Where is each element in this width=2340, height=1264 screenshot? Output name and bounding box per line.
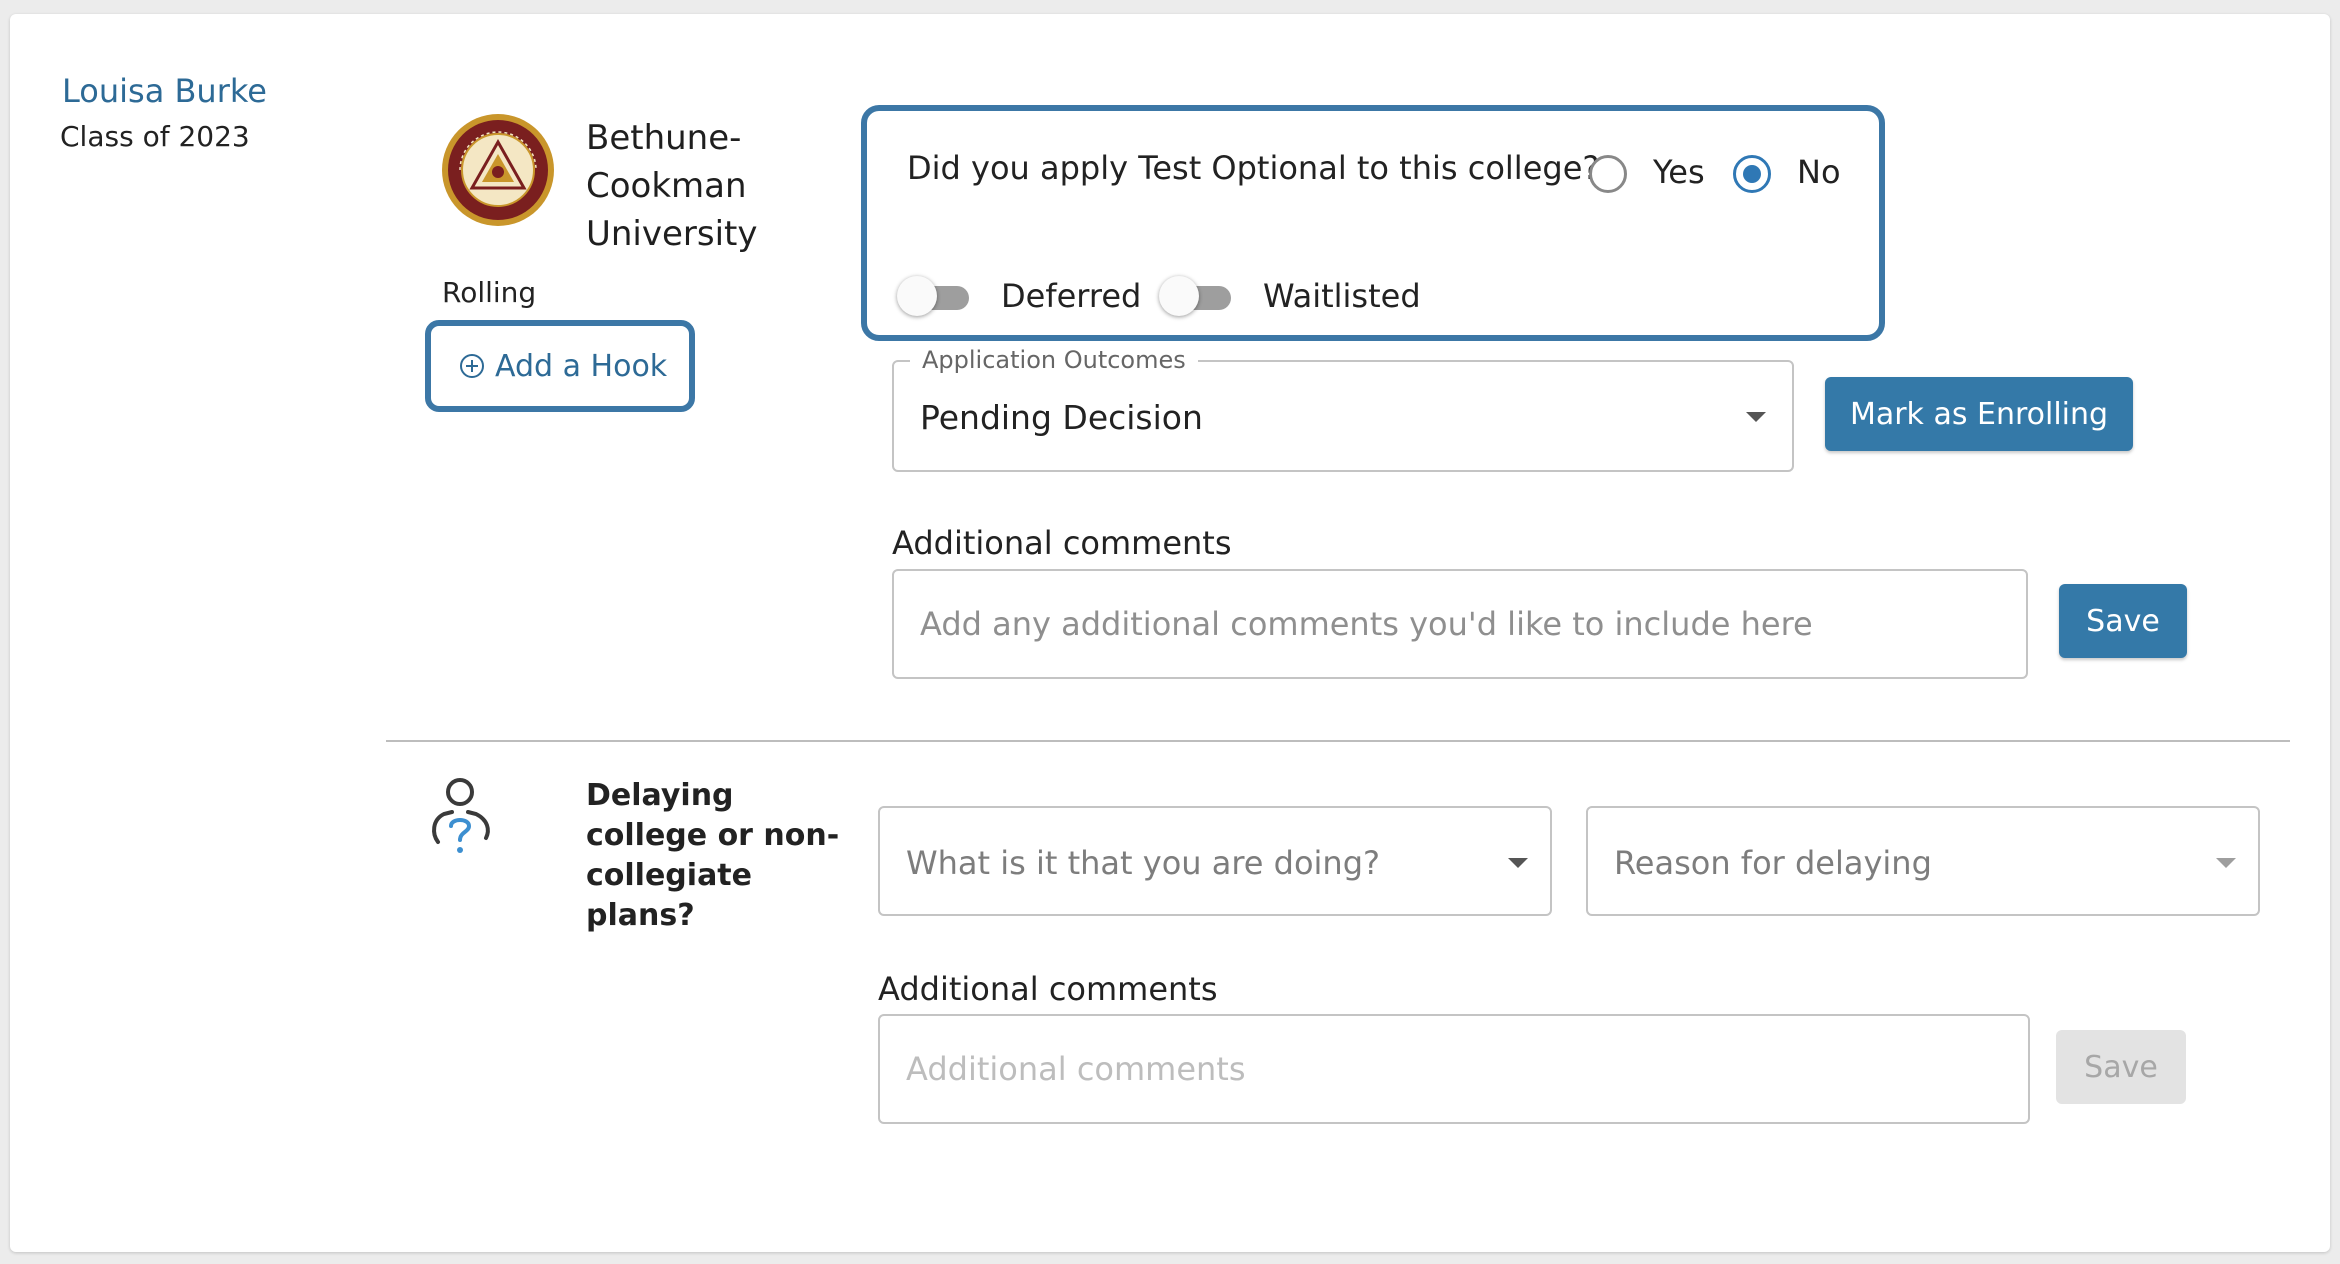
test-optional-no-label[interactable]: No: [1797, 153, 1841, 191]
delay-activity-select[interactable]: What is it that you are doing?: [878, 806, 1552, 916]
test-optional-yes-label[interactable]: Yes: [1653, 153, 1705, 191]
delay-comments-label: Additional comments: [878, 970, 1218, 1008]
deferred-toggle[interactable]: [897, 274, 971, 318]
add-hook-label: Add a Hook: [495, 348, 668, 384]
application-outcomes-value: Pending Decision: [920, 398, 1203, 437]
delay-reason-placeholder: Reason for delaying: [1614, 844, 1932, 882]
waitlisted-toggle[interactable]: [1159, 274, 1233, 318]
mark-as-enrolling-button[interactable]: Mark as Enrolling: [1825, 377, 2133, 451]
deferred-label: Deferred: [1001, 277, 1142, 315]
test-optional-no-radio[interactable]: [1733, 155, 1771, 193]
deadline-type: Rolling: [442, 276, 537, 309]
college-seal-icon: [442, 114, 554, 226]
test-optional-panel: Did you apply Test Optional to this coll…: [861, 105, 1885, 341]
college-card: Louisa Burke Class of 2023 Bethune-Cookm…: [10, 14, 2330, 1252]
waitlisted-label: Waitlisted: [1263, 277, 1421, 315]
delay-comments-save-button[interactable]: Save: [2056, 1030, 2186, 1104]
delay-comments-input[interactable]: Additional comments: [878, 1014, 2030, 1124]
section-divider: [386, 740, 2290, 742]
college-comments-save-button[interactable]: Save: [2059, 584, 2187, 658]
college-comments-input[interactable]: Add any additional comments you'd like t…: [892, 569, 2028, 679]
application-outcomes-select[interactable]: Application Outcomes Pending Decision: [892, 346, 1794, 472]
test-optional-yes-radio[interactable]: [1589, 155, 1627, 193]
college-comments-label: Additional comments: [892, 524, 1232, 562]
delay-reason-select[interactable]: Reason for delaying: [1586, 806, 2260, 916]
delay-activity-placeholder: What is it that you are doing?: [906, 844, 1380, 882]
application-outcomes-legend: Application Outcomes: [910, 346, 1198, 374]
student-name-link[interactable]: Louisa Burke: [62, 72, 267, 110]
caret-down-icon: [1508, 858, 1528, 868]
caret-down-icon: [1746, 412, 1766, 422]
college-name: Bethune-Cookman University: [586, 118, 758, 254]
caret-down-icon: [2216, 858, 2236, 868]
test-optional-question: Did you apply Test Optional to this coll…: [907, 149, 1600, 187]
plus-circle-icon: [460, 354, 484, 378]
delay-plans-label: Delaying college or non-collegiate plans…: [586, 778, 840, 933]
add-hook-button[interactable]: Add a Hook: [425, 320, 695, 412]
person-question-icon: [432, 778, 490, 853]
student-class-year: Class of 2023: [60, 120, 250, 153]
